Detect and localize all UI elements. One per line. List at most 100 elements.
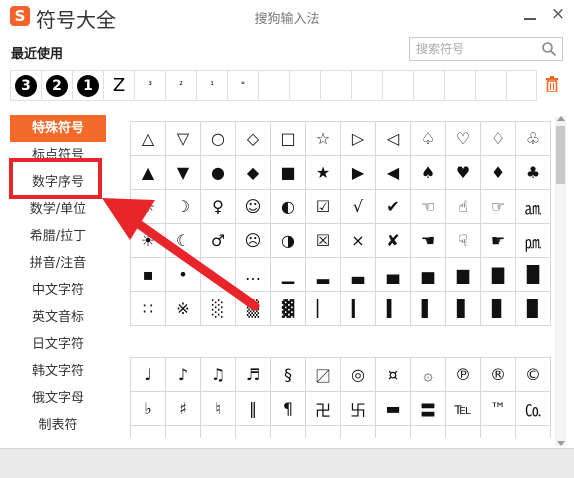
symbol-cell[interactable]: ♣ [515, 155, 551, 190]
recent-symbol-cell[interactable]: 2 [41, 70, 72, 101]
symbol-cell[interactable] [340, 425, 376, 438]
symbol-cell[interactable] [410, 425, 446, 438]
symbol-cell[interactable] [235, 425, 271, 438]
symbol-cell[interactable]: ® [480, 357, 516, 392]
symbol-cell[interactable]: █ [515, 257, 551, 292]
symbol-cell[interactable]: ♂ [200, 223, 236, 258]
recent-symbol-cell[interactable]: ¹ [196, 70, 227, 101]
symbol-cell[interactable]: ♧ [515, 121, 551, 156]
recent-symbol-cell[interactable]: ³ [134, 70, 165, 101]
sidebar-item[interactable]: 希腊/拉丁 [10, 223, 106, 250]
recent-symbol-cell[interactable] [258, 70, 289, 101]
search-icon[interactable] [541, 41, 557, 57]
symbol-cell[interactable]: × [340, 223, 376, 258]
symbol-cell[interactable]: 〓 [410, 391, 446, 426]
sidebar-item[interactable]: 日文字符 [10, 331, 106, 358]
scroll-thumb[interactable] [556, 126, 565, 184]
scroll-up-arrow-icon[interactable] [557, 116, 565, 121]
symbol-cell[interactable]: ☚ [410, 223, 446, 258]
sidebar-item[interactable]: 俄文字母 [10, 385, 106, 412]
symbol-cell[interactable]: ♢ [480, 121, 516, 156]
sidebar-item[interactable]: 拼音/注音 [10, 250, 106, 277]
symbol-cell[interactable]: ☽ [165, 189, 201, 224]
symbol-cell[interactable]: ◐ [270, 189, 306, 224]
symbol-cell[interactable]: ‖ [235, 391, 271, 426]
symbol-cell[interactable]: ♭ [130, 391, 166, 426]
symbol-cell[interactable]: ▪ [130, 257, 166, 292]
symbol-cell[interactable]: ░ [200, 291, 236, 326]
symbol-cell[interactable]: ▉ [515, 291, 551, 326]
sidebar-item[interactable]: 中文字符 [10, 277, 106, 304]
symbol-cell[interactable]: ♬ [235, 357, 271, 392]
symbol-cell[interactable]: © [515, 357, 551, 392]
symbol-cell[interactable]: ∷ [130, 291, 166, 326]
symbol-cell[interactable]: ☆ [305, 121, 341, 156]
symbol-cell[interactable] [270, 425, 306, 438]
recent-symbol-cell[interactable] [382, 70, 413, 101]
recent-symbol-cell[interactable] [444, 70, 475, 101]
symbol-cell[interactable] [445, 425, 481, 438]
symbol-cell[interactable]: ■ [270, 155, 306, 190]
symbol-cell[interactable]: ♀ [200, 189, 236, 224]
sidebar-item[interactable]: 韩文字符 [10, 358, 106, 385]
symbol-cell[interactable]: ۞ [410, 357, 446, 392]
symbol-cell[interactable] [305, 425, 341, 438]
scrollbar[interactable] [555, 116, 566, 446]
symbol-cell[interactable]: ▆ [445, 257, 481, 292]
symbol-cell[interactable]: ▇ [480, 257, 516, 292]
trash-icon[interactable] [545, 76, 559, 92]
symbol-cell[interactable]: ▼ [165, 155, 201, 190]
symbol-cell[interactable]: ○ [200, 121, 236, 156]
recent-symbol-cell[interactable] [413, 70, 444, 101]
symbol-cell[interactable]: ◇ [235, 121, 271, 156]
symbol-cell[interactable]: ☺ [235, 189, 271, 224]
symbol-cell[interactable]: § [270, 357, 306, 392]
sidebar-item[interactable]: 数学/单位 [10, 196, 106, 223]
recent-symbol-cell[interactable] [475, 70, 506, 101]
symbol-cell[interactable]: ♫ [200, 357, 236, 392]
symbol-cell[interactable]: 〼 [305, 357, 341, 392]
symbol-cell[interactable] [165, 425, 201, 438]
symbol-cell[interactable]: ▂ [305, 257, 341, 292]
symbol-cell[interactable]: ▁ [270, 257, 306, 292]
search-box[interactable] [409, 37, 563, 61]
recent-symbol-cell[interactable] [506, 70, 537, 101]
recent-symbol-cell[interactable] [320, 70, 351, 101]
symbol-cell[interactable]: ♩ [130, 357, 166, 392]
symbol-cell[interactable]: ▌ [410, 291, 446, 326]
symbol-cell[interactable]: ▽ [165, 121, 201, 156]
symbol-cell[interactable]: … [235, 257, 271, 292]
symbol-cell[interactable]: ℗ [445, 357, 481, 392]
symbol-cell[interactable]: ♠ [410, 155, 446, 190]
symbol-cell[interactable]: ▓ [270, 291, 306, 326]
symbol-cell[interactable]: ㏘ [515, 223, 551, 258]
close-button[interactable]: × [549, 4, 567, 24]
symbol-cell[interactable]: ☒ [305, 223, 341, 258]
symbol-cell[interactable]: ☝ [445, 189, 481, 224]
symbol-cell[interactable]: ▲ [130, 155, 166, 190]
symbol-cell[interactable]: ◆ [235, 155, 271, 190]
symbol-cell[interactable]: ♪ [165, 357, 201, 392]
symbol-cell[interactable]: ☼ [130, 189, 166, 224]
symbol-cell[interactable] [515, 425, 551, 438]
symbol-cell[interactable]: ● [200, 155, 236, 190]
symbol-cell[interactable]: ♡ [445, 121, 481, 156]
symbol-cell[interactable]: ※ [165, 291, 201, 326]
symbol-cell[interactable]: ▬ [375, 391, 411, 426]
symbol-cell[interactable]: ☞ [480, 189, 516, 224]
symbol-cell[interactable]: ▎ [340, 291, 376, 326]
symbol-cell[interactable]: 卍 [305, 391, 341, 426]
symbol-cell[interactable]: ▃ [340, 257, 376, 292]
symbol-cell[interactable] [375, 425, 411, 438]
minimize-button[interactable] [521, 6, 539, 24]
symbol-cell[interactable]: ™ [480, 391, 516, 426]
symbol-cell[interactable]: ☜ [410, 189, 446, 224]
symbol-cell[interactable]: 卐 [340, 391, 376, 426]
symbol-cell[interactable]: ☑ [305, 189, 341, 224]
symbol-cell[interactable]: ㏂ [515, 189, 551, 224]
symbol-cell[interactable]: ♦ [480, 155, 516, 190]
symbol-cell[interactable]: ☾ [165, 223, 201, 258]
symbol-cell[interactable] [480, 425, 516, 438]
symbol-cell[interactable]: ㏇ [515, 391, 551, 426]
symbol-cell[interactable]: ♯ [165, 391, 201, 426]
